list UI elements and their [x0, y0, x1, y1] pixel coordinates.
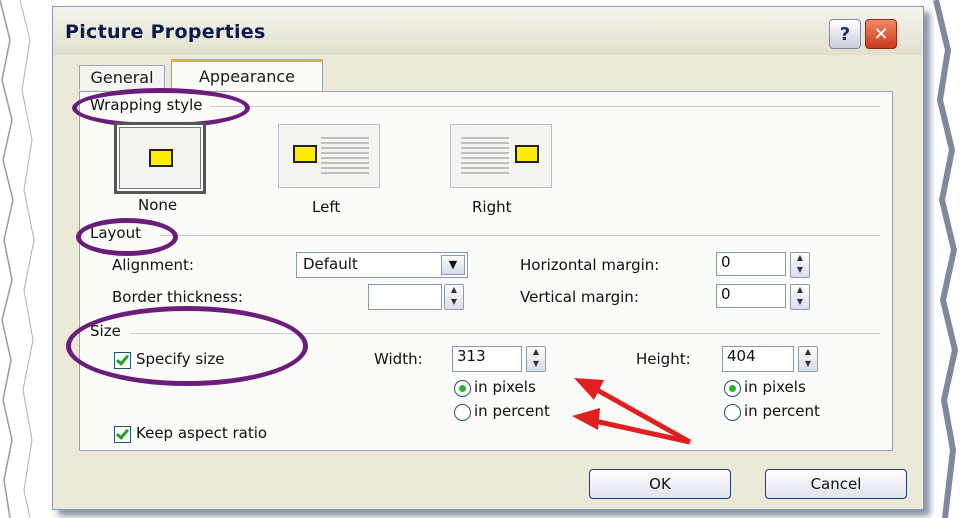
width-in-percent-radio[interactable] — [454, 404, 471, 421]
vertical-margin-input[interactable]: 0 — [716, 284, 786, 308]
wrap-left-label: Left — [312, 198, 341, 216]
horizontal-margin-input[interactable]: 0 — [716, 252, 786, 276]
keep-aspect-ratio-label: Keep aspect ratio — [136, 424, 268, 442]
border-thickness-input[interactable] — [368, 284, 442, 310]
text-lines-icon — [321, 137, 369, 177]
tab-general[interactable]: General — [79, 65, 165, 90]
picture-swatch — [149, 149, 173, 167]
height-label: Height: — [636, 350, 691, 368]
close-button[interactable]: ✕ — [865, 19, 897, 49]
picture-properties-dialog: Picture Properties ? ✕ General Appearanc… — [52, 6, 924, 510]
specify-size-label: Specify size — [136, 350, 225, 368]
annotation-oval — [76, 218, 178, 256]
arrow-line — [588, 383, 692, 445]
border-thickness-label: Border thickness: — [112, 288, 243, 306]
wrap-none-option[interactable] — [114, 122, 206, 194]
height-spinner[interactable]: ▲ ▼ — [798, 346, 818, 372]
height-in-pixels-label: in pixels — [744, 378, 806, 396]
annotation-oval — [66, 306, 308, 386]
alignment-label: Alignment: — [112, 256, 194, 274]
title-bar: Picture Properties ? ✕ — [53, 7, 923, 55]
wrap-none-label: None — [138, 196, 178, 214]
width-in-pixels-radio[interactable] — [454, 380, 471, 397]
divider — [160, 235, 880, 236]
horizontal-margin-spinner[interactable]: ▲ ▼ — [790, 252, 810, 278]
picture-swatch — [293, 145, 317, 163]
width-in-percent-label: in percent — [474, 402, 550, 420]
horizontal-margin-label: Horizontal margin: — [520, 256, 660, 274]
width-label: Width: — [374, 350, 423, 368]
help-button[interactable]: ? — [829, 19, 861, 49]
height-input[interactable]: 404 — [722, 346, 794, 372]
vertical-margin-label: Vertical margin: — [520, 288, 639, 306]
dialog-title: Picture Properties — [65, 21, 266, 43]
keep-aspect-ratio-checkbox[interactable] — [114, 426, 131, 443]
width-input[interactable]: 313 — [452, 346, 522, 372]
appearance-panel: Wrapping style None Left Right Layout Al… — [66, 88, 893, 451]
height-in-percent-radio[interactable] — [724, 404, 741, 421]
text-lines-icon — [461, 137, 509, 177]
close-icon: ✕ — [873, 23, 889, 45]
divider — [210, 106, 880, 107]
vertical-margin-spinner[interactable]: ▲ ▼ — [790, 284, 810, 310]
ok-button[interactable]: OK — [589, 469, 731, 499]
height-in-percent-label: in percent — [744, 402, 820, 420]
alignment-select[interactable]: Default ▼ — [296, 252, 468, 278]
annotation-arrows — [572, 378, 692, 445]
chevron-down-icon[interactable]: ▼ — [441, 255, 465, 275]
alignment-value: Default — [303, 255, 358, 273]
help-icon: ? — [839, 23, 851, 45]
cancel-button[interactable]: Cancel — [765, 469, 907, 499]
arrow-head — [572, 408, 600, 430]
arrow-head — [574, 378, 604, 400]
height-in-pixels-radio[interactable] — [724, 380, 741, 397]
width-in-pixels-label: in pixels — [474, 378, 536, 396]
wrap-left-option[interactable] — [278, 124, 380, 188]
width-spinner[interactable]: ▲ ▼ — [526, 346, 546, 372]
specify-size-checkbox[interactable] — [114, 352, 131, 369]
picture-swatch — [515, 145, 539, 163]
wrap-right-label: Right — [472, 198, 512, 216]
border-thickness-spinner[interactable]: ▲ ▼ — [444, 284, 464, 310]
wrap-right-option[interactable] — [450, 124, 552, 188]
